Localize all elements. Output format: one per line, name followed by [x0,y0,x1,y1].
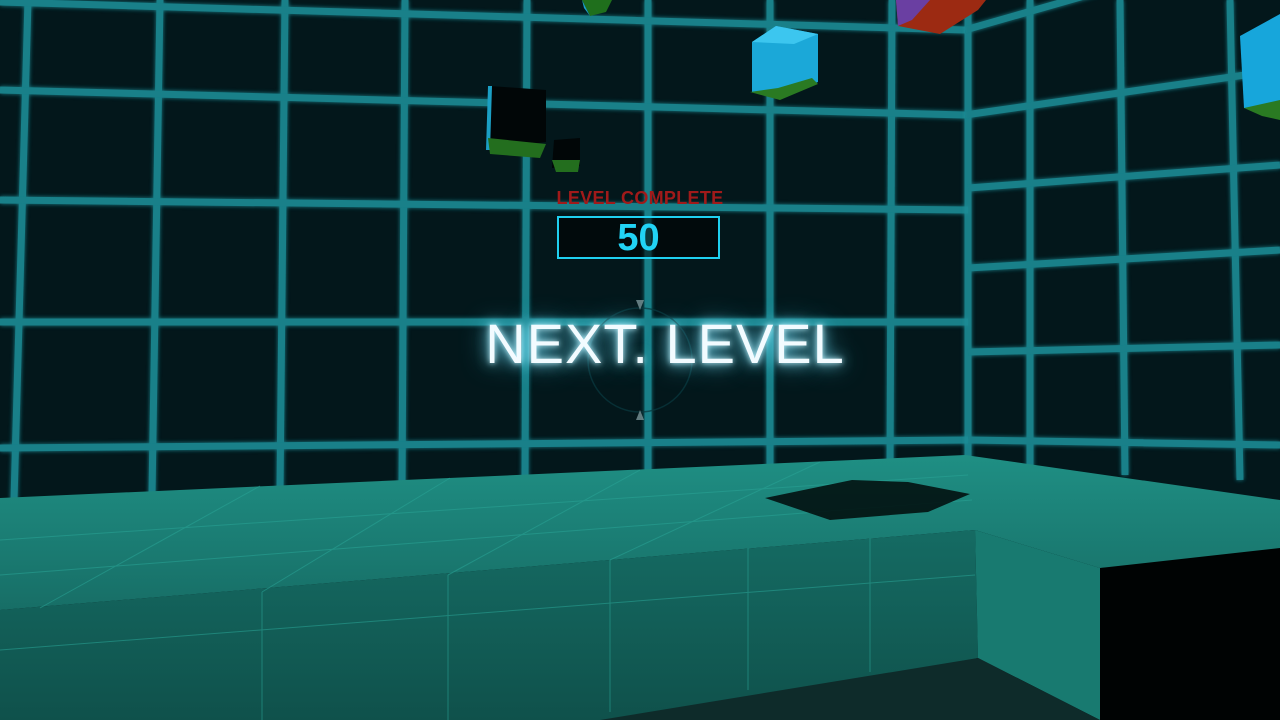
next-level-button[interactable]: NEXT. LEVEL [470,308,860,380]
floor-platform [0,455,1280,720]
cube-black-small [552,138,580,172]
cube-black-large [486,86,546,158]
